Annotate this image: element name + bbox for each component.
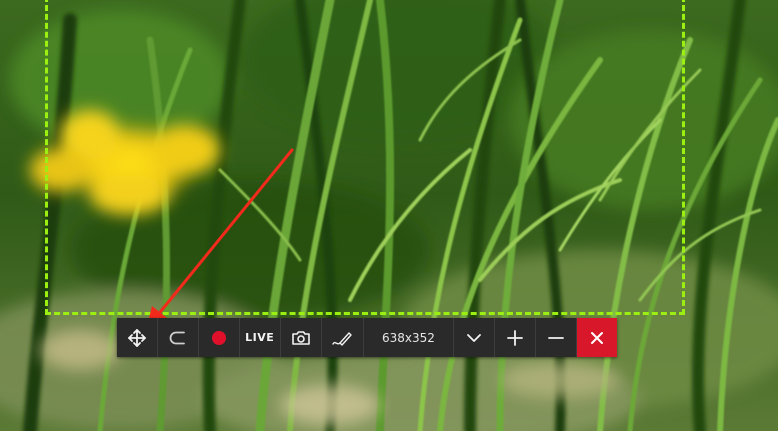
capture-size-display[interactable]: 638x352: [364, 318, 455, 357]
close-icon: [591, 331, 604, 344]
loop-button[interactable]: [158, 318, 199, 357]
live-label: LIVE: [245, 331, 275, 344]
move-icon: [128, 328, 146, 347]
draw-button[interactable]: [322, 318, 364, 357]
plus-icon: [507, 329, 524, 346]
loop-icon: [169, 331, 185, 344]
live-button[interactable]: LIVE: [240, 318, 281, 357]
pen-icon: [332, 331, 352, 346]
chevron-down-icon: [467, 333, 482, 342]
move-button[interactable]: [117, 318, 158, 357]
minus-icon: [548, 336, 565, 339]
record-button[interactable]: [199, 318, 240, 357]
options-dropdown-button[interactable]: [454, 318, 496, 357]
close-button[interactable]: [577, 318, 618, 357]
grass-background-image: [0, 0, 778, 431]
record-icon: [211, 330, 226, 345]
camera-icon: [291, 330, 310, 345]
capture-toolbar: LIVE 638x352: [117, 318, 618, 357]
zoom-in-button[interactable]: [495, 318, 537, 357]
screenshot-button[interactable]: [281, 318, 322, 357]
screen-capture-scene: LIVE 638x352: [0, 0, 778, 431]
capture-size-label: 638x352: [381, 330, 435, 345]
zoom-out-button[interactable]: [536, 318, 578, 357]
